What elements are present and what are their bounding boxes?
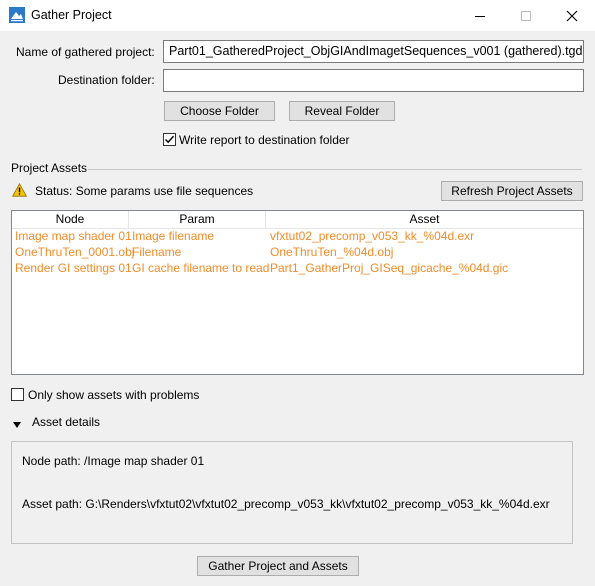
destination-folder-input[interactable] xyxy=(163,69,584,92)
warning-icon xyxy=(11,182,28,197)
write-report-checkbox[interactable] xyxy=(163,133,176,146)
maximize-icon xyxy=(521,10,531,21)
minimize-button[interactable] xyxy=(457,0,503,31)
status-text: Status: Some params use file sequences xyxy=(35,184,254,198)
row-node-cell: Image map shader 01 xyxy=(15,229,132,243)
row-asset-cell: Part1_GatherProj_GISeq_gicache_%04d.gic xyxy=(270,261,509,275)
gather-project-button[interactable]: Gather Project and Assets xyxy=(197,556,359,576)
row-asset-cell: vfxtut02_precomp_v053_kk_%04d.exr xyxy=(270,229,475,243)
write-report-label: Write report to destination folder xyxy=(179,133,350,147)
table-row[interactable]: Image map shader 01 Image filename vfxtu… xyxy=(12,229,583,245)
column-header-param[interactable]: Param xyxy=(129,211,266,229)
close-icon xyxy=(566,10,578,21)
row-param-cell: Image filename xyxy=(132,229,215,243)
expand-arrow-icon[interactable] xyxy=(12,418,22,428)
refresh-project-assets-button[interactable]: Refresh Project Assets xyxy=(441,181,583,201)
title-bar[interactable]: Gather Project xyxy=(0,0,595,31)
section-divider xyxy=(88,169,582,170)
row-param-cell: GI cache filename to read xyxy=(132,261,270,275)
maximize-button[interactable] xyxy=(503,0,549,31)
column-header-node[interactable]: Node xyxy=(12,211,129,229)
row-param-cell: Filename xyxy=(132,245,182,259)
app-icon xyxy=(9,7,25,23)
column-header-asset[interactable]: Asset xyxy=(266,211,583,229)
node-path-text: Node path: /Image map shader 01 xyxy=(22,454,205,468)
project-name-input[interactable]: Part01_GatheredProject_ObjGIAndImagetSeq… xyxy=(163,40,584,63)
only-problems-checkbox[interactable] xyxy=(11,388,24,401)
checkmark-icon xyxy=(164,135,175,144)
minimize-icon xyxy=(475,15,485,17)
row-node-cell: OneThruTen_0001.obj xyxy=(15,245,135,259)
choose-folder-button[interactable]: Choose Folder xyxy=(164,101,275,121)
destination-folder-label: Destination folder: xyxy=(58,73,155,87)
asset-details-header[interactable]: Asset details xyxy=(32,415,100,429)
reveal-folder-button[interactable]: Reveal Folder xyxy=(289,101,395,121)
table-row[interactable]: OneThruTen_0001.obj Filename OneThruTen_… xyxy=(12,245,583,261)
row-node-cell: Render GI settings 01 xyxy=(15,261,132,275)
table-row[interactable]: Render GI settings 01 GI cache filename … xyxy=(12,261,583,277)
assets-table[interactable]: Node Param Asset Image map shader 01 Ima… xyxy=(11,210,584,375)
asset-path-text: Asset path: G:\Renders\vfxtut02\vfxtut02… xyxy=(22,497,550,511)
asset-details-panel: Node path: /Image map shader 01 Asset pa… xyxy=(11,441,573,544)
close-button[interactable] xyxy=(549,0,595,31)
only-problems-label: Only show assets with problems xyxy=(28,388,200,402)
window-title: Gather Project xyxy=(31,8,112,22)
project-assets-title: Project Assets xyxy=(11,161,88,175)
row-asset-cell: OneThruTen_%04d.obj xyxy=(270,245,394,259)
project-name-label: Name of gathered project: xyxy=(16,45,155,59)
